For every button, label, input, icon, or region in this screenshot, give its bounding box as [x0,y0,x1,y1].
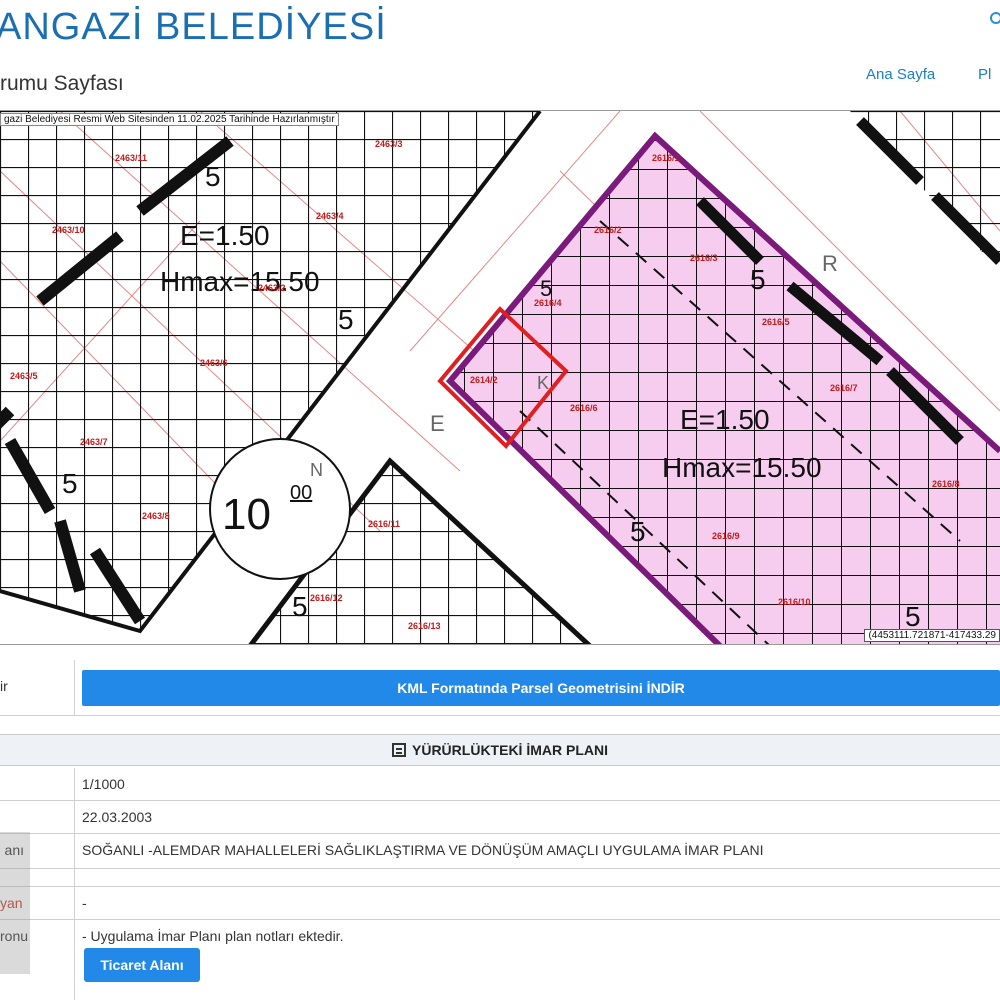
setback-left-bottom: 5 [62,468,78,499]
svg-text:2463/2: 2463/2 [258,283,286,293]
street-letter-3: N [310,460,323,480]
setback-corner: 5 [905,601,921,632]
right-zone-hmax: Hmax=15.50 [662,452,822,483]
svg-text:2616/12: 2616/12 [310,593,343,603]
zoning-plan-section-header: YÜRÜRLÜKTEKİ İMAR PLANI [0,734,1000,766]
commercial-area-button[interactable]: Ticaret Alanı [84,948,200,982]
svg-text:2463/4: 2463/4 [316,211,344,221]
svg-text:2616/13: 2616/13 [408,621,441,631]
side-overlay [0,832,30,974]
svg-text:2616/4: 2616/4 [534,298,562,308]
page-header: ANGAZİ BELEDİYESİ rumu Sayfası Ana Sayfa… [0,0,1000,108]
municipality-title: ANGAZİ BELEDİYESİ [0,6,387,48]
map-caption: gazi Belediyesi Resmi Web Sitesinden 11.… [0,113,339,126]
svg-text:2463/7: 2463/7 [80,437,108,447]
svg-text:2616/2: 2616/2 [594,225,622,235]
page-subtitle: rumu Sayfası [0,72,124,95]
map-coordinates: (4453111.721871-417433.29 [864,629,1000,642]
svg-text:2616/6: 2616/6 [570,403,598,413]
svg-text:2616/11: 2616/11 [368,519,400,529]
right-zone-far: E=1.50 [680,404,770,435]
svg-text:2616/3: 2616/3 [690,253,718,263]
left-zone-far: E=1.50 [180,220,270,251]
setback-right-top: 5 [750,264,766,295]
left-zone-hmax: Hmax=15.50 [160,266,320,297]
svg-text:2616/9: 2616/9 [712,531,740,541]
setback-left-top: 5 [205,161,221,192]
plan-row-dash: yan - [0,887,1000,920]
nav-other-link[interactable]: Pl [978,66,991,83]
nav-home-link[interactable]: Ana Sayfa [866,66,935,83]
street-letter-1: E [430,411,445,436]
download-row: ir KML Formatında Parsel Geometrisini İN… [0,660,1000,716]
svg-text:2616/7: 2616/7 [830,383,858,393]
plan-row-label [0,768,75,800]
map-canvas: E K N R E=1.50 Hmax=15.50 E=1.50 Hmax=15… [0,111,1000,644]
download-row-label: ir [0,660,75,715]
svg-text:2463/3: 2463/3 [375,139,403,149]
svg-text:2463/8: 2463/8 [142,511,170,521]
svg-text:2616/5: 2616/5 [762,317,790,327]
svg-text:2463/6: 2463/6 [200,358,228,368]
plan-dash-value: - [82,895,87,911]
setback-left-mid: 5 [338,304,354,335]
plan-row-spacer [0,869,1000,887]
road-width-decimals: 00 [290,482,312,504]
zoning-plan-title: YÜRÜRLÜKTEKİ İMAR PLANI [412,742,608,758]
svg-text:2616/8: 2616/8 [932,479,960,489]
svg-text:2616/1: 2616/1 [652,153,680,163]
svg-text:2616/10: 2616/10 [778,597,811,607]
street-letter-2: K [537,373,549,393]
street-letter-4: R [822,251,838,276]
svg-text:2463/11: 2463/11 [115,153,147,163]
road-width-value: 10 [222,490,271,539]
kml-download-button[interactable]: KML Formatında Parsel Geometrisini İNDİR [82,670,1000,706]
plan-notes-value: - Uygulama İmar Planı plan notları ekted… [82,928,344,944]
setback-right-bottom: 5 [630,516,646,547]
document-icon [392,743,406,757]
svg-text:2463/5: 2463/5 [10,371,38,381]
plan-row-name: anı SOĞANLI -ALEMDAR MAHALLELERİ SAĞLIKL… [0,834,1000,869]
plan-scale-value: 1/1000 [82,776,125,792]
globe-icon[interactable] [990,12,1000,24]
plan-row-label [0,801,75,833]
plan-row-date: 22.03.2003 [0,801,1000,834]
plan-date-value: 22.03.2003 [82,809,153,825]
plan-row-scale: 1/1000 [0,768,1000,801]
svg-text:2614/2: 2614/2 [470,375,498,385]
plan-name-value: SOĞANLI -ALEMDAR MAHALLELERİ SAĞLIKLAŞTI… [82,842,764,858]
setback-bottom: 5 [292,591,308,622]
zoning-map[interactable]: E K N R E=1.50 Hmax=15.50 E=1.50 Hmax=15… [0,110,1000,645]
svg-text:2463/10: 2463/10 [52,225,85,235]
